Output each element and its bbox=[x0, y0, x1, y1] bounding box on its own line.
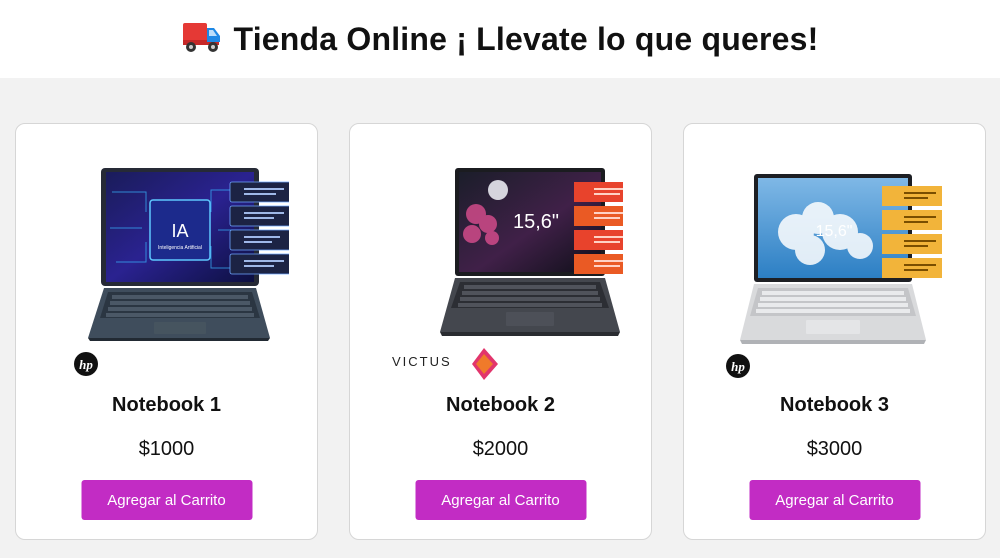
delivery-truck-icon bbox=[182, 20, 222, 59]
product-grid: IA Inteligencia Artificial hp Notebook 1… bbox=[0, 78, 1000, 558]
header-content: Tienda Online ¡ Llevate lo que queres! bbox=[182, 20, 819, 59]
product-image-notebook-3: 15,6" hp bbox=[714, 142, 957, 382]
add-to-cart-button[interactable]: Agregar al Carrito bbox=[749, 480, 920, 520]
product-card: IA Inteligencia Artificial hp Notebook 1… bbox=[15, 123, 318, 540]
product-image-notebook-2: 15,6" VICTUS bbox=[380, 142, 634, 382]
screen-text: IA bbox=[171, 221, 188, 241]
brand-text: VICTUS bbox=[392, 354, 452, 369]
add-to-cart-button[interactable]: Agregar al Carrito bbox=[81, 480, 252, 520]
product-name: Notebook 1 bbox=[112, 394, 221, 416]
page-header: Tienda Online ¡ Llevate lo que queres! bbox=[0, 0, 1000, 78]
product-price: $3000 bbox=[806, 438, 863, 460]
product-image-notebook-1: IA Inteligencia Artificial hp bbox=[46, 142, 293, 382]
svg-text:hp: hp bbox=[731, 359, 745, 374]
screen-text: 15,6" bbox=[513, 211, 559, 233]
page-title: Tienda Online ¡ Llevate lo que queres! bbox=[233, 20, 819, 57]
product-name: Notebook 3 bbox=[780, 394, 889, 416]
screen-subtext: Inteligencia Artificial bbox=[158, 245, 202, 251]
victus-omen-logo-icon bbox=[472, 348, 498, 380]
product-price: $1000 bbox=[138, 438, 195, 460]
screen-text: 15,6" bbox=[816, 223, 853, 240]
product-card: 15,6" bbox=[349, 123, 652, 540]
add-to-cart-button[interactable]: Agregar al Carrito bbox=[415, 480, 586, 520]
product-card: 15,6" bbox=[683, 123, 986, 540]
svg-text:hp: hp bbox=[79, 357, 93, 372]
product-price: $2000 bbox=[472, 438, 529, 460]
product-name: Notebook 2 bbox=[446, 394, 555, 416]
